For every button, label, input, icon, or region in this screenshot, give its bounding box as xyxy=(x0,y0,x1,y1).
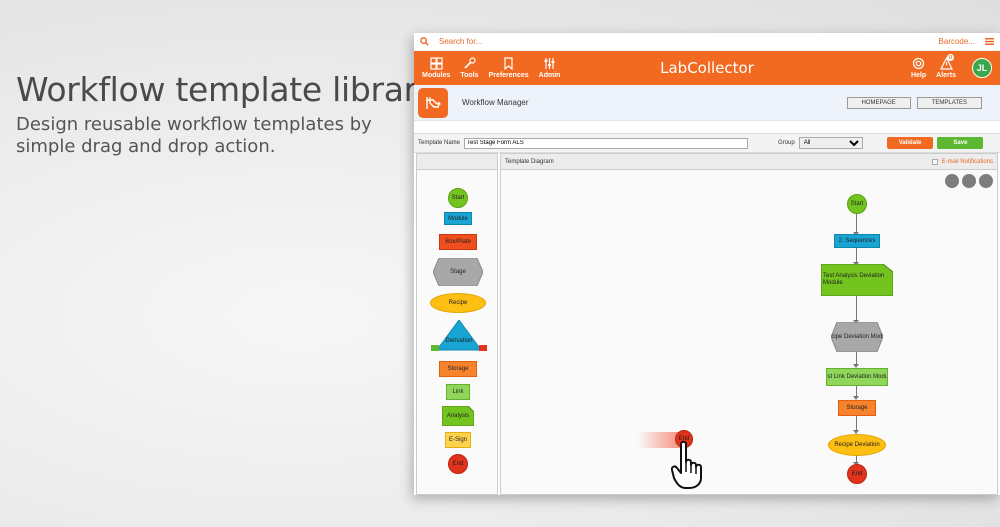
barcode-input[interactable]: Barcode... xyxy=(939,37,975,46)
save-button[interactable]: Save xyxy=(937,137,984,149)
nav-preferences[interactable]: Preferences xyxy=(489,57,529,79)
palette-link[interactable]: Link xyxy=(446,384,470,400)
flow-sequences[interactable]: 2. Sequences xyxy=(834,234,880,248)
palette-esign[interactable]: E-Sign xyxy=(445,432,471,448)
subheadline: Design reusable workflow templates by si… xyxy=(16,114,372,157)
group-select[interactable]: All xyxy=(798,137,863,149)
main-nav-bar: Modules Tools Preferences Admin LabColle… xyxy=(414,51,1000,85)
nav-tools[interactable]: Tools xyxy=(460,57,479,79)
zoom-out-icon[interactable] xyxy=(945,174,959,188)
flow-analysis: Test Analysis Deviation Module xyxy=(823,273,885,286)
flow-recipe[interactable]: Recipe Deviation xyxy=(828,434,886,456)
zoom-controls xyxy=(942,174,993,188)
template-form-row: Template Name Group All Validate Save xyxy=(414,133,1000,153)
nav-help[interactable]: Help xyxy=(911,57,926,79)
connector xyxy=(856,212,857,234)
search-icon[interactable] xyxy=(420,37,429,46)
nav-help-label: Help xyxy=(910,72,927,79)
template-diagram[interactable]: Template Diagram E-mail Notifications St… xyxy=(500,153,998,495)
nav-admin[interactable]: Admin xyxy=(538,57,561,79)
search-bar: Search for... Barcode... xyxy=(414,33,1000,51)
flow-start[interactable]: Start xyxy=(847,194,867,214)
hand-cursor-icon xyxy=(671,440,702,489)
modules-icon xyxy=(430,57,443,70)
palette-end[interactable]: End xyxy=(448,454,468,474)
list-icon[interactable] xyxy=(985,38,994,45)
page-header: Workflow Manager HOMEPAGE TEMPLATES xyxy=(414,85,1000,121)
palette-module[interactable]: Module xyxy=(444,212,472,225)
diagram-title: Template Diagram xyxy=(505,158,554,165)
zoom-in-icon[interactable] xyxy=(962,174,976,188)
nav-alerts-label: Alerts xyxy=(936,72,956,79)
workflow-icon xyxy=(418,87,448,118)
nav-alerts[interactable]: 0 Alerts xyxy=(936,54,956,79)
palette-stage: Stage xyxy=(450,269,466,275)
search-input[interactable]: Search for... xyxy=(439,37,482,46)
nav-admin-label: Admin xyxy=(538,72,561,79)
shape-palette: Start Module Box/Plate Stage Recipe Deri… xyxy=(416,153,498,495)
headline: Workflow template library xyxy=(16,70,437,109)
download-icon[interactable] xyxy=(979,174,993,188)
user-avatar[interactable]: JL xyxy=(972,58,992,78)
app-window: Search for... Barcode... Modules Tools P… xyxy=(414,33,1000,495)
nav-tools-label: Tools xyxy=(460,72,479,79)
alerts-badge: 0 xyxy=(947,54,954,61)
nav-preferences-label: Preferences xyxy=(488,72,529,79)
flow-storage[interactable]: Storage xyxy=(838,400,876,416)
homepage-button[interactable]: HOMEPAGE xyxy=(846,96,911,109)
palette-start[interactable]: Start xyxy=(448,188,468,208)
lifebuoy-icon xyxy=(912,57,925,70)
nav-modules-label: Modules xyxy=(422,72,451,79)
email-notifications-label: E-mail Notifications xyxy=(941,158,993,165)
page-title: Workflow Manager xyxy=(462,98,529,107)
flow-stage: Recipe Deviation Module xyxy=(831,334,883,340)
validate-button[interactable]: Validate xyxy=(886,137,934,149)
palette-header xyxy=(417,154,497,170)
template-name-label: Template Name xyxy=(418,140,461,146)
bookmark-icon xyxy=(504,57,513,70)
labcollector-logo[interactable]: LabCollector xyxy=(660,59,754,77)
tools-icon xyxy=(464,57,476,69)
email-notifications[interactable]: E-mail Notifications xyxy=(931,158,993,165)
group-label: Group xyxy=(778,140,795,146)
flow-end[interactable]: End xyxy=(847,464,867,484)
nav-modules[interactable]: Modules xyxy=(422,57,450,79)
connector xyxy=(856,296,857,322)
email-notifications-checkbox[interactable] xyxy=(931,158,938,165)
palette-derivation: Derivation xyxy=(445,338,473,344)
palette-analysis: Analysis xyxy=(446,413,470,419)
sliders-icon xyxy=(544,58,555,69)
palette-box-plate[interactable]: Box/Plate xyxy=(439,234,477,250)
diagram-header: Template Diagram E-mail Notifications xyxy=(501,154,997,170)
palette-recipe[interactable]: Recipe xyxy=(430,293,486,313)
templates-button[interactable]: TEMPLATES xyxy=(916,96,982,109)
flow-link[interactable]: Test Link Deviation Module xyxy=(826,368,888,386)
template-name-input[interactable] xyxy=(464,137,749,149)
palette-storage[interactable]: Storage xyxy=(439,361,477,377)
